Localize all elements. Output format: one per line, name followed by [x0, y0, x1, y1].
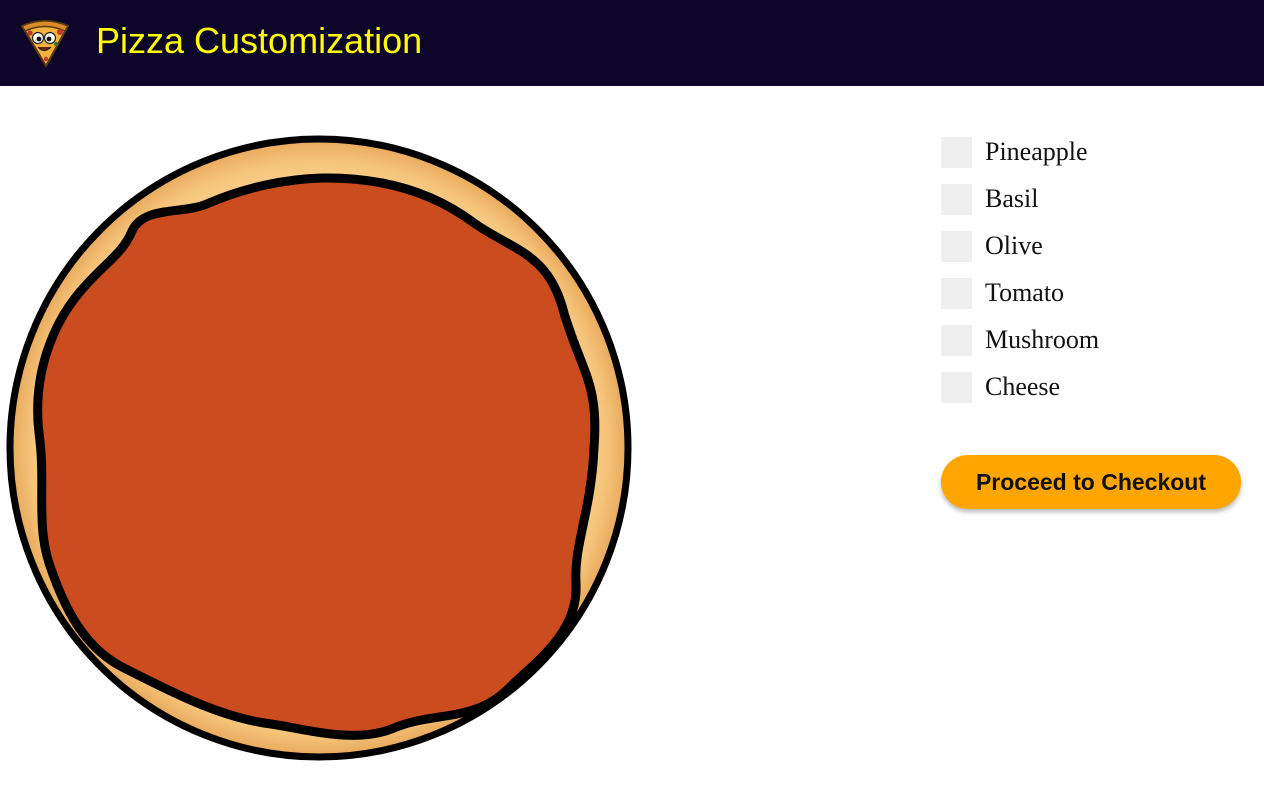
cheese-checkbox[interactable]: [941, 371, 972, 403]
page-title: Pizza Customization: [96, 20, 423, 61]
olive-checkbox[interactable]: [941, 230, 972, 262]
topping-option-pineapple[interactable]: Pineapple: [941, 136, 1099, 168]
tomato-checkbox[interactable]: [941, 277, 972, 309]
mushroom-checkbox[interactable]: [941, 324, 972, 356]
pineapple-checkbox[interactable]: [941, 136, 972, 168]
pineapple-label[interactable]: Pineapple: [985, 136, 1088, 168]
olive-label[interactable]: Olive: [985, 230, 1043, 262]
app-header: Pizza Customization: [0, 0, 1264, 86]
toppings-list: Pineapple Basil Olive Tomato Mushroom Ch…: [941, 136, 1099, 418]
tomato-label[interactable]: Tomato: [985, 277, 1064, 309]
topping-option-basil[interactable]: Basil: [941, 183, 1099, 215]
topping-option-mushroom[interactable]: Mushroom: [941, 324, 1099, 356]
topping-option-olive[interactable]: Olive: [941, 230, 1099, 262]
pizza-base-icon: [6, 135, 632, 761]
topping-option-cheese[interactable]: Cheese: [941, 371, 1099, 403]
mushroom-label[interactable]: Mushroom: [985, 324, 1099, 356]
basil-label[interactable]: Basil: [985, 183, 1038, 215]
checkout-button[interactable]: Proceed to Checkout: [941, 455, 1241, 509]
basil-checkbox[interactable]: [941, 183, 972, 215]
cheese-label[interactable]: Cheese: [985, 371, 1060, 403]
topping-option-tomato[interactable]: Tomato: [941, 277, 1099, 309]
pizza-slice-icon: [20, 20, 70, 69]
